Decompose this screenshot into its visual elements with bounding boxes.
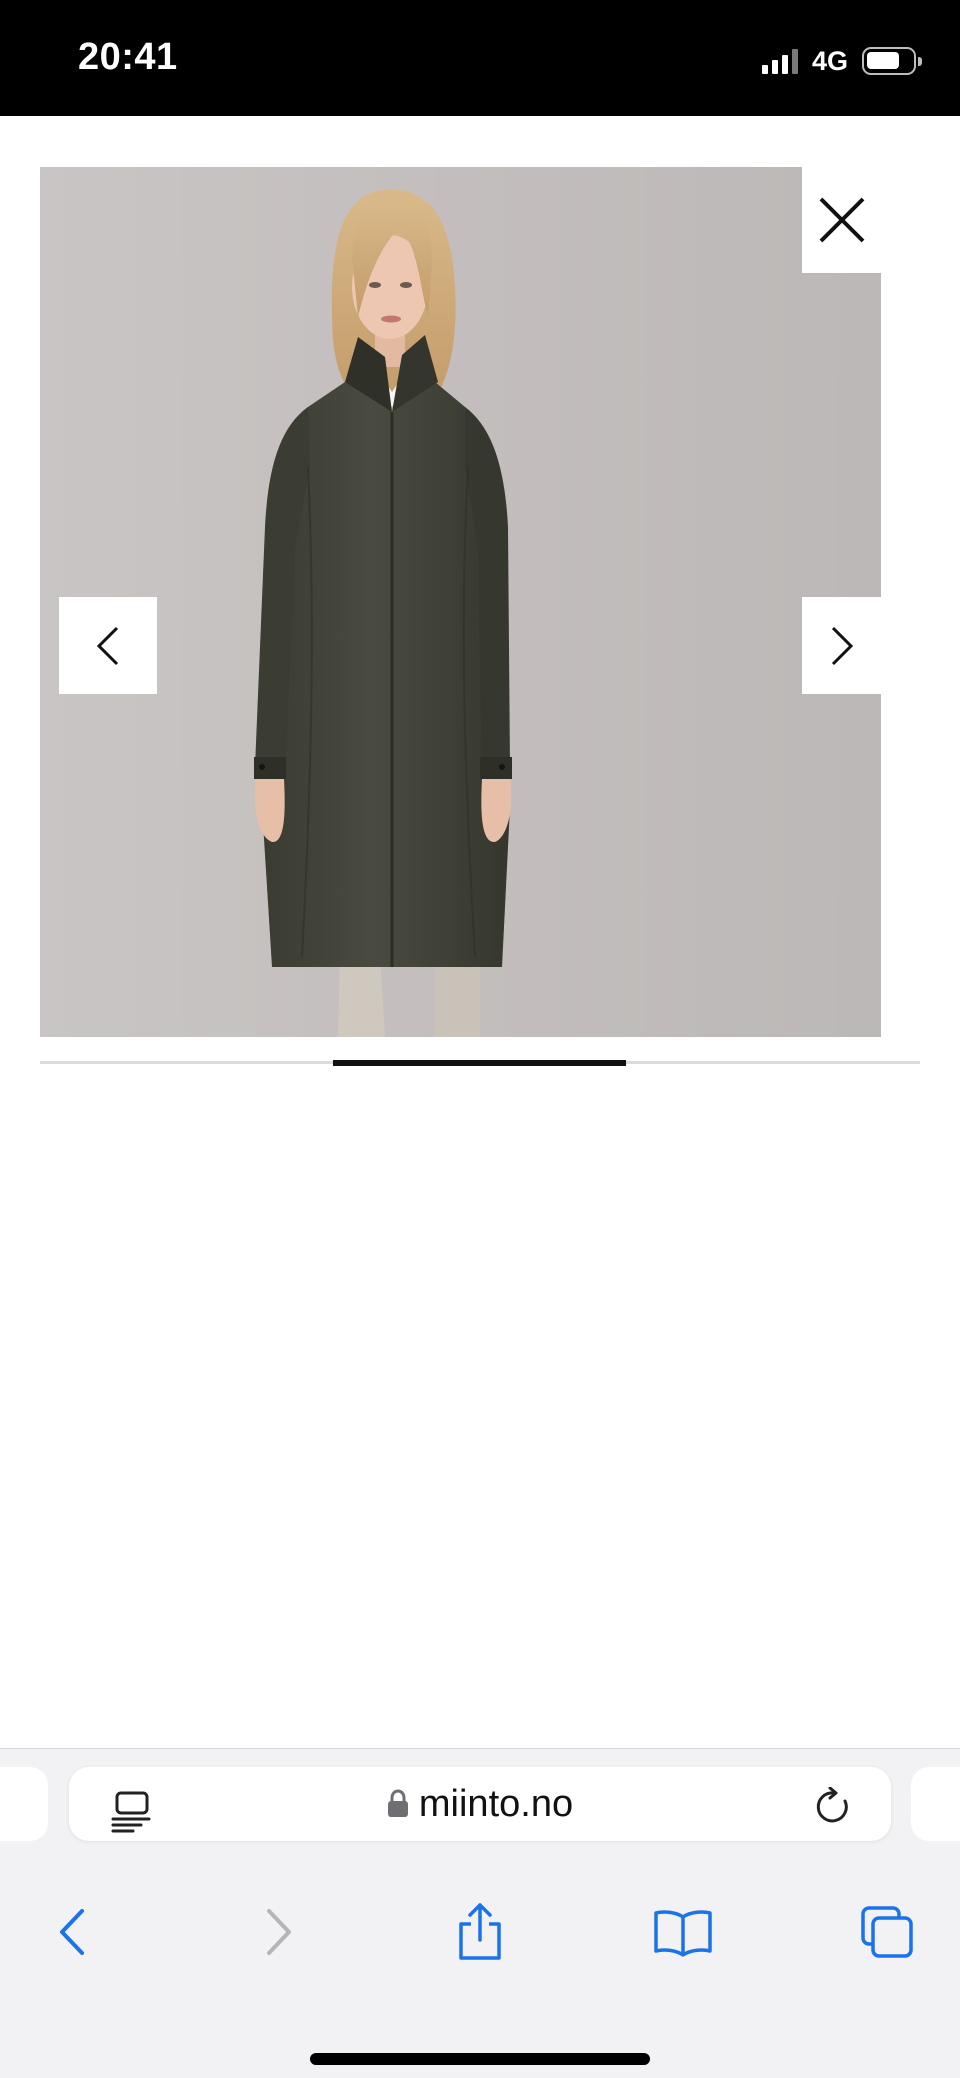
url-text[interactable]: miinto.no <box>419 1783 573 1826</box>
status-bar: 20:41 4G <box>0 0 960 116</box>
gallery-progress-track <box>40 1059 920 1066</box>
chevron-right-icon <box>831 626 853 665</box>
next-tab-preview[interactable] <box>911 1767 960 1841</box>
tabs-icon <box>861 1906 913 1958</box>
book-icon <box>654 1910 712 1957</box>
address-bar[interactable]: miinto.no <box>69 1767 891 1841</box>
tabs-button[interactable] <box>852 1897 922 1967</box>
forward-button[interactable] <box>244 1897 314 1967</box>
back-button[interactable] <box>37 1897 107 1967</box>
previous-image-button[interactable] <box>59 597 157 694</box>
browser-toolbar <box>0 1897 960 1977</box>
battery-level <box>867 52 899 69</box>
product-image-gallery[interactable] <box>40 167 881 1037</box>
page-menu-icon[interactable] <box>111 1789 155 1838</box>
close-button[interactable] <box>802 167 881 273</box>
bookmarks-button[interactable] <box>648 1897 718 1967</box>
home-indicator[interactable] <box>310 2053 650 2065</box>
lock-icon <box>387 1789 408 1817</box>
status-indicators: 4G <box>761 44 922 78</box>
network-type: 4G <box>811 45 848 76</box>
previous-tab-preview[interactable] <box>0 1767 48 1841</box>
reload-icon[interactable] <box>815 1786 853 1832</box>
status-time: 20:41 <box>78 36 178 78</box>
share-icon <box>459 1903 501 1960</box>
product-photo <box>40 167 881 1037</box>
gallery-progress-indicator <box>333 1059 626 1066</box>
close-icon <box>819 197 864 243</box>
next-image-button[interactable] <box>802 597 881 694</box>
share-button[interactable] <box>445 1897 515 1967</box>
battery-icon <box>862 47 922 75</box>
chevron-right-icon <box>267 1909 291 1955</box>
signal-icon <box>761 48 798 74</box>
chevron-left-icon <box>96 626 119 665</box>
chevron-left-icon <box>60 1909 84 1955</box>
browser-toolbar-area: miinto.no <box>0 1748 960 2078</box>
